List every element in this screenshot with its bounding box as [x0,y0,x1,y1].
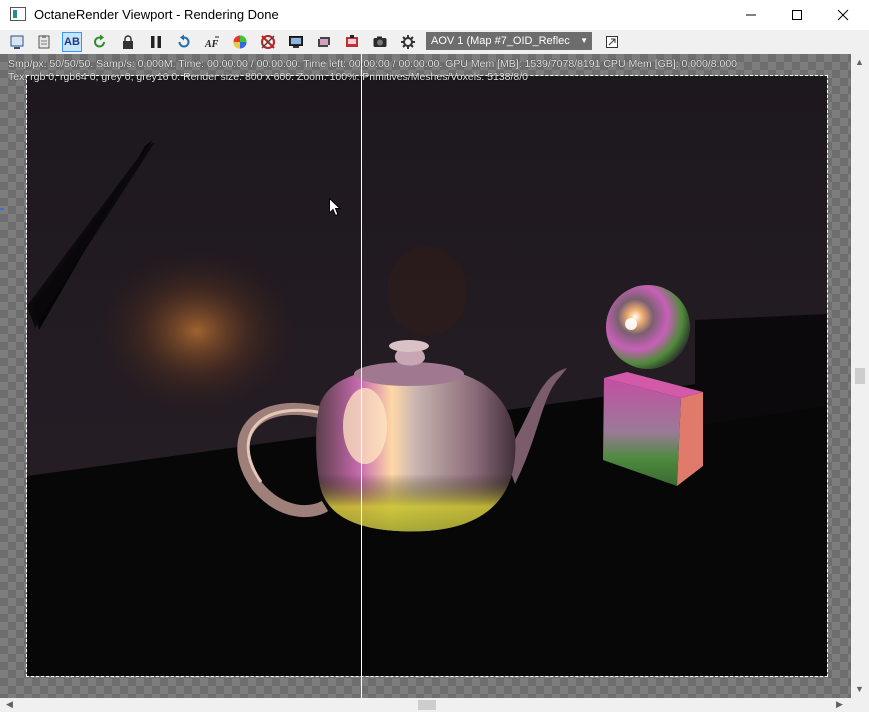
minimize-button[interactable] [728,0,774,30]
horizontal-scroll-thumb[interactable] [418,700,436,710]
scroll-up-icon[interactable]: ▲ [855,57,864,67]
aov-select[interactable]: AOV 1 (Map #7_OID_Reflec ▼ [426,32,592,50]
scroll-down-icon[interactable]: ▼ [855,684,864,694]
ab-compare-button[interactable]: AB [62,32,82,52]
ab-compare-divider[interactable] [361,54,362,698]
render-image [27,76,827,676]
aov-select-value: AOV 1 (Map #7_OID_Reflec [431,35,570,47]
render-viewport[interactable]: Smp/px: 50/50/50. Samp/s: 0.000M. Time: … [0,54,851,698]
monitor-icon[interactable] [286,32,306,52]
maximize-icon [792,10,802,20]
title-bar[interactable]: OctaneRender Viewport - Rendering Done [0,0,869,30]
maximize-button[interactable] [774,0,820,30]
scroll-right-icon[interactable]: ▶ [836,699,843,710]
save-image-icon[interactable] [342,32,362,52]
close-button[interactable] [820,0,866,30]
film-settings-icon[interactable] [314,32,334,52]
pause-icon[interactable] [146,32,166,52]
color-picker-icon[interactable] [230,32,250,52]
scrollbar-corner [851,698,869,712]
close-icon [837,9,849,21]
autofocus-icon[interactable]: AF [202,32,222,52]
settings-gear-icon[interactable] [398,32,418,52]
app-icon [10,7,26,21]
mouse-cursor-icon [329,197,342,222]
window-title: OctaneRender Viewport - Rendering Done [34,7,279,22]
fit-view-icon[interactable] [602,32,622,52]
scroll-left-icon[interactable]: ◀ [6,699,13,710]
vertical-scroll-thumb[interactable] [855,368,865,384]
restart-render-icon[interactable] [90,32,110,52]
region-render-icon[interactable] [258,32,278,52]
lock-icon[interactable] [118,32,138,52]
edge-marker [0,208,4,210]
horizontal-scrollbar[interactable]: ◀ ▶ [0,698,851,712]
svg-text:AF: AF [204,39,219,50]
vertical-scrollbar[interactable]: ▲ ▼ [851,54,869,698]
refresh-icon[interactable] [174,32,194,52]
send-to-viewport-icon[interactable] [7,32,27,52]
minimize-icon [746,14,756,16]
render-stats-line-1: Smp/px: 50/50/50. Samp/s: 0.000M. Time: … [8,58,737,70]
clipboard-icon[interactable] [34,32,54,52]
chevron-down-icon: ▼ [580,36,588,45]
camera-icon[interactable] [370,32,390,52]
render-stats-line-2: Tex: rgb 0, rgb64 0, grey 0, grey16 0. R… [8,71,529,83]
